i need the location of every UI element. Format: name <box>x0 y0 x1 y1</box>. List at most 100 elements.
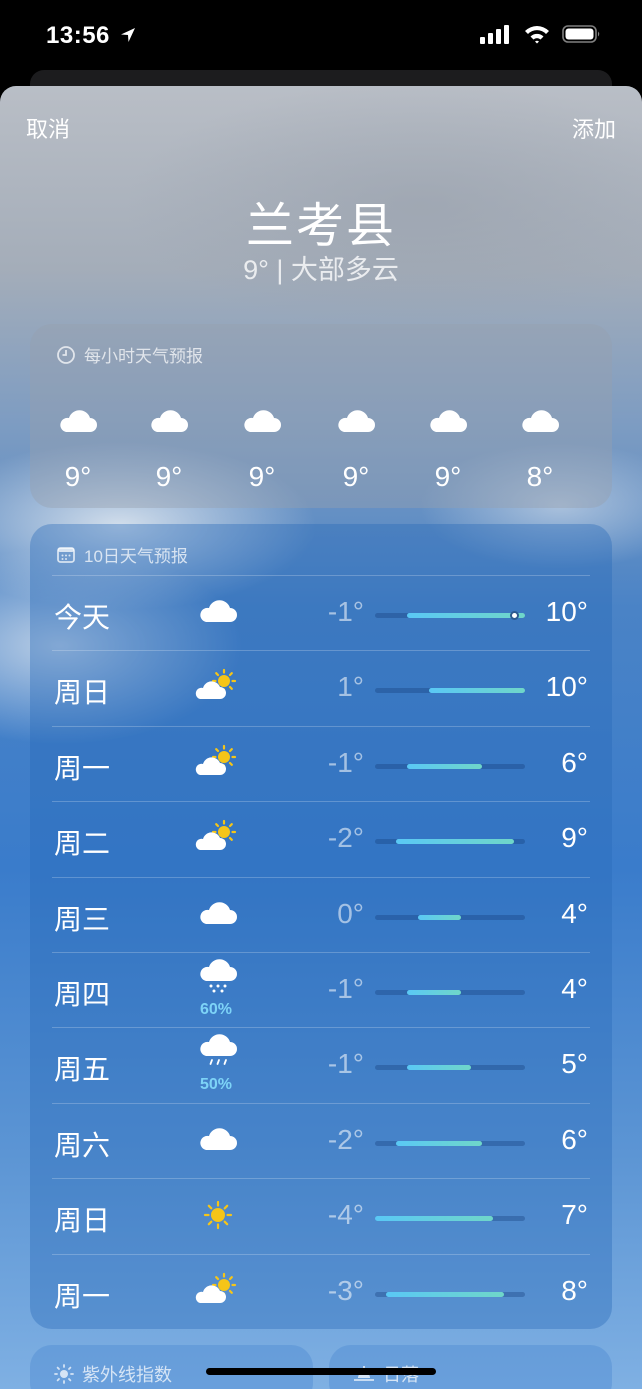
partly-sunny-icon <box>194 818 242 858</box>
cloud-icon <box>408 402 488 447</box>
day-name: 周日 <box>54 677 111 709</box>
low-temp: 0° <box>337 897 364 929</box>
status-bar: 13:56 <box>0 0 642 72</box>
cancel-button[interactable]: 取消 <box>26 112 70 144</box>
high-temp: 7° <box>561 1199 588 1231</box>
partly-sunny-icon <box>194 667 242 707</box>
low-temp: -4° <box>327 1199 364 1231</box>
daily-row[interactable]: 周六 -2° 6° <box>30 1104 612 1179</box>
cloud-icon <box>38 402 118 447</box>
hourly-item: 8° <box>500 402 580 493</box>
calendar-icon <box>57 546 75 563</box>
hourly-title: 每小时天气预报 <box>84 347 203 366</box>
hourly-temp: 9° <box>342 461 370 492</box>
cloud-icon <box>500 402 580 447</box>
low-temp: -2° <box>327 1123 364 1155</box>
high-temp: 4° <box>561 973 588 1004</box>
temp-range-bar <box>396 1140 483 1146</box>
temp-range-bar <box>375 1216 493 1222</box>
uv-index-header: 紫外线指数 <box>54 1361 172 1387</box>
high-temp: 6° <box>561 746 588 778</box>
day-name: 周一 <box>54 752 111 784</box>
low-temp: -3° <box>327 1274 364 1306</box>
temp-range-bar <box>407 613 525 618</box>
temp-range-track <box>375 1140 525 1146</box>
partly-sunny-icon <box>194 1271 242 1311</box>
hourly-temp: 8° <box>526 461 554 492</box>
hourly-item: 9° <box>129 402 209 493</box>
high-temp: 4° <box>561 897 588 929</box>
day-name: 周日 <box>54 1205 111 1237</box>
temp-range-track <box>375 763 525 769</box>
status-indicators <box>480 24 602 44</box>
cloud-icon <box>194 592 242 632</box>
hourly-temp: 9° <box>64 461 92 492</box>
low-temp: -1° <box>327 596 364 627</box>
temp-range-track <box>375 839 525 845</box>
hourly-temp: 9° <box>434 461 462 492</box>
daily-row[interactable]: 周日 1° 10° <box>30 651 612 726</box>
cloud-icon <box>222 402 302 447</box>
day-name: 周一 <box>54 1280 111 1312</box>
high-temp: 5° <box>561 1048 588 1080</box>
cloud-icon <box>194 894 242 934</box>
daily-row[interactable]: 周三 0° 4° <box>30 878 612 953</box>
status-time: 13:56 <box>46 22 137 50</box>
high-temp: 10° <box>545 671 588 703</box>
hourly-item: 9° <box>316 402 396 493</box>
time-text: 13:56 <box>46 22 110 49</box>
daily-row[interactable]: 周一 -1° 6° <box>30 727 612 802</box>
ten-day-forecast-card[interactable]: 10日天气预报 今天 -1° 10° 周日 1° 10° 周一 -1° 6° 周二 -2° 9° 周三 0… <box>30 524 612 1329</box>
sun-small-icon <box>54 1364 74 1384</box>
temp-range-track <box>375 1065 525 1071</box>
low-temp: -1° <box>327 973 364 1004</box>
cloud-icon <box>129 402 209 447</box>
partly-sunny-icon <box>194 743 242 783</box>
high-temp: 9° <box>561 822 588 854</box>
sun-icon <box>194 1195 242 1235</box>
city-name: 兰考县 <box>245 200 396 253</box>
battery-icon <box>562 25 600 43</box>
day-name: 周六 <box>54 1129 111 1161</box>
temp-range-track <box>375 1291 525 1297</box>
low-temp: -1° <box>327 1048 364 1080</box>
sunset-card[interactable]: 日落 <box>329 1345 612 1389</box>
home-indicator[interactable] <box>206 1368 436 1375</box>
hourly-item: 9° <box>222 402 302 493</box>
hourly-temp: 9° <box>155 461 183 492</box>
cellular-signal-icon <box>480 25 509 44</box>
uv-index-card[interactable]: 紫外线指数 <box>30 1345 313 1389</box>
temp-range-bar <box>407 763 483 769</box>
temp-range-track <box>375 688 525 694</box>
add-button[interactable]: 添加 <box>572 112 616 144</box>
low-temp: -2° <box>327 822 364 854</box>
daily-row[interactable]: 周五 50% -1° 5° <box>30 1028 612 1103</box>
daily-row[interactable]: 周一 -3° 8° <box>30 1255 612 1330</box>
daily-row[interactable]: 今天 -1° 10° <box>30 576 612 651</box>
daily-row[interactable]: 周四 60% -1° 4° <box>30 953 612 1028</box>
day-name: 周四 <box>54 979 111 1010</box>
cloud-icon <box>194 1120 242 1160</box>
snow-cloud-icon <box>194 959 242 999</box>
temp-range-bar <box>417 914 461 920</box>
weather-preview-sheet: 取消 添加 兰考县 9° | 大部多云 每小时天气预报 9° 9° 9° 9° 9° 8°… <box>0 86 642 1389</box>
day-name: 周五 <box>54 1054 111 1086</box>
hourly-item: 9° <box>408 402 488 493</box>
daily-row[interactable]: 周日 -4° 7° <box>30 1179 612 1254</box>
temp-range-bar <box>396 839 515 845</box>
wifi-icon <box>525 26 549 44</box>
temp-range-track <box>375 990 525 995</box>
daily-row[interactable]: 周二 -2° 9° <box>30 802 612 877</box>
cloud-icon <box>316 402 396 447</box>
current-temp-dot <box>509 611 519 620</box>
clock-icon <box>57 345 75 364</box>
high-temp: 10° <box>545 596 588 627</box>
temp-range-track <box>375 1216 525 1222</box>
rain-cloud-icon <box>194 1034 242 1074</box>
temp-range-bar <box>428 688 525 694</box>
daily-header: 10日天气预报 <box>56 542 188 567</box>
hourly-forecast-card[interactable]: 每小时天气预报 9° 9° 9° 9° 9° 8° <box>30 324 612 508</box>
high-temp: 6° <box>561 1123 588 1155</box>
low-temp: -1° <box>327 746 364 778</box>
hourly-temp: 9° <box>248 461 276 492</box>
